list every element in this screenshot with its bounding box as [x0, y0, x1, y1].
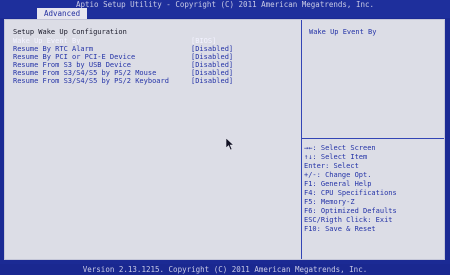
- key-help-item: +/-: Change Opt.: [304, 171, 372, 179]
- setting-value-wake-up-event-by[interactable]: [BIOS]: [191, 37, 216, 45]
- setting-label-resume-ps2-mouse[interactable]: Resume From S3/S4/S5 by PS/2 Mouse: [13, 69, 156, 77]
- key-help-item: F1: General Help: [304, 180, 372, 188]
- key-help-item: F5: Memory-Z: [304, 198, 355, 206]
- setting-label-wake-up-event-by[interactable]: Wake Up Event By: [13, 37, 80, 45]
- key-help-list: →←: Select Screen ↑↓: Select Item Enter:…: [304, 144, 444, 234]
- setting-label-resume-usb[interactable]: Resume From S3 by USB Device: [13, 61, 131, 69]
- setting-value-resume-rtc-alarm[interactable]: [Disabled]: [191, 45, 233, 53]
- mouse-pointer-icon: [226, 138, 235, 151]
- setting-label-resume-ps2-keyboard[interactable]: Resume From S3/S4/S5 by PS/2 Keyboard: [13, 77, 169, 85]
- title-bar: Aptio Setup Utility - Copyright (C) 2011…: [0, 0, 450, 19]
- setting-value-resume-usb[interactable]: [Disabled]: [191, 61, 233, 69]
- panel-divider: [301, 20, 302, 259]
- setting-value-resume-ps2-keyboard[interactable]: [Disabled]: [191, 77, 233, 85]
- key-help-item: F6: Optimized Defaults: [304, 207, 397, 215]
- tab-advanced[interactable]: Advanced: [37, 8, 88, 19]
- section-title: Setup Wake Up Configuration: [13, 28, 127, 36]
- help-divider: [302, 138, 444, 139]
- main-panel: Setup Wake Up Configuration Wake Up Even…: [4, 19, 445, 260]
- key-help-item: Enter: Select: [304, 162, 359, 170]
- key-help-item: ESC/Rigth Click: Exit: [304, 216, 393, 224]
- version-footer: Version 2.13.1215. Copyright (C) 2011 Am…: [0, 264, 450, 275]
- key-help-item: F4: CPU Specifications: [304, 189, 397, 197]
- setting-value-resume-ps2-mouse[interactable]: [Disabled]: [191, 69, 233, 77]
- setting-label-resume-pci[interactable]: Resume By PCI or PCI-E Device: [13, 53, 135, 61]
- key-help-item: F10: Save & Reset: [304, 225, 376, 233]
- setting-label-resume-rtc-alarm[interactable]: Resume By RTC Alarm: [13, 45, 93, 53]
- key-help-item: →←: Select Screen: [304, 144, 376, 152]
- key-help-item: ↑↓: Select Item: [304, 153, 368, 161]
- setting-value-resume-pci[interactable]: [Disabled]: [191, 53, 233, 61]
- help-title: Wake Up Event By: [309, 28, 377, 36]
